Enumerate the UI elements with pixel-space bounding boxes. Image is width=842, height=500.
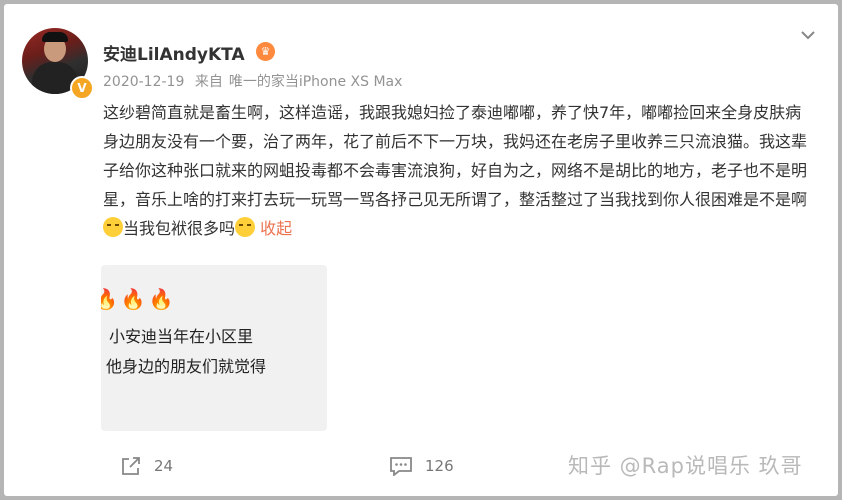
username[interactable]: 安迪LilAndyKTA — [103, 40, 245, 65]
weibo-post-card: V 安迪LilAndyKTA ♛ 2020-12-19 来自 唯一的家当iPhon… — [4, 4, 838, 496]
post-meta: 2020-12-19 来自 唯一的家当iPhone XS Max — [103, 71, 408, 91]
image-thumbnail[interactable]: 🔥🔥🔥 ，小安迪当年在小区里 他身边的朋友们就觉得 — [101, 265, 327, 431]
sweat-smile-emoji-icon — [235, 217, 256, 237]
verified-badge-icon: V — [70, 76, 94, 100]
comment-button[interactable]: 126 — [389, 456, 454, 476]
sweat-smile-emoji-icon — [103, 217, 123, 237]
repost-icon — [122, 457, 140, 475]
flame-emoji-icons: 🔥🔥🔥 — [101, 287, 177, 311]
collapse-link[interactable]: 收起 — [260, 219, 292, 238]
comment-icon — [390, 457, 412, 476]
thumbnail-text-line-1: ，小安迪当年在小区里 — [101, 327, 254, 346]
avatar-cap-shape — [42, 32, 68, 42]
repost-button[interactable]: 24 — [120, 456, 173, 476]
chevron-down-icon[interactable] — [797, 24, 819, 46]
watermark: 知乎 @Rap说唱乐 玖哥 — [568, 454, 803, 478]
post-body-tail: 当我包袱很多吗 — [123, 219, 236, 238]
post-body: 这纱碧简直就是畜生啊，这样造谣，我跟我媳妇捡了泰迪嘟嘟，养了快7年，嘟嘟捡回来全… — [103, 103, 808, 209]
post-source: 唯一的家当iPhone XS Max — [228, 74, 403, 90]
from-label: 来自 — [194, 74, 223, 90]
post-date[interactable]: 2020-12-19 — [103, 74, 184, 90]
repost-count: 24 — [154, 457, 174, 475]
fan-badge-icon: ♛ — [256, 42, 275, 61]
post-text: 这纱碧简直就是畜生啊，这样造谣，我跟我媳妇捡了泰迪嘟嘟，养了快7年，嘟嘟捡回来全… — [103, 98, 815, 243]
thumbnail-text-line-2: 他身边的朋友们就觉得 — [106, 357, 267, 376]
comment-count: 126 — [425, 457, 454, 475]
